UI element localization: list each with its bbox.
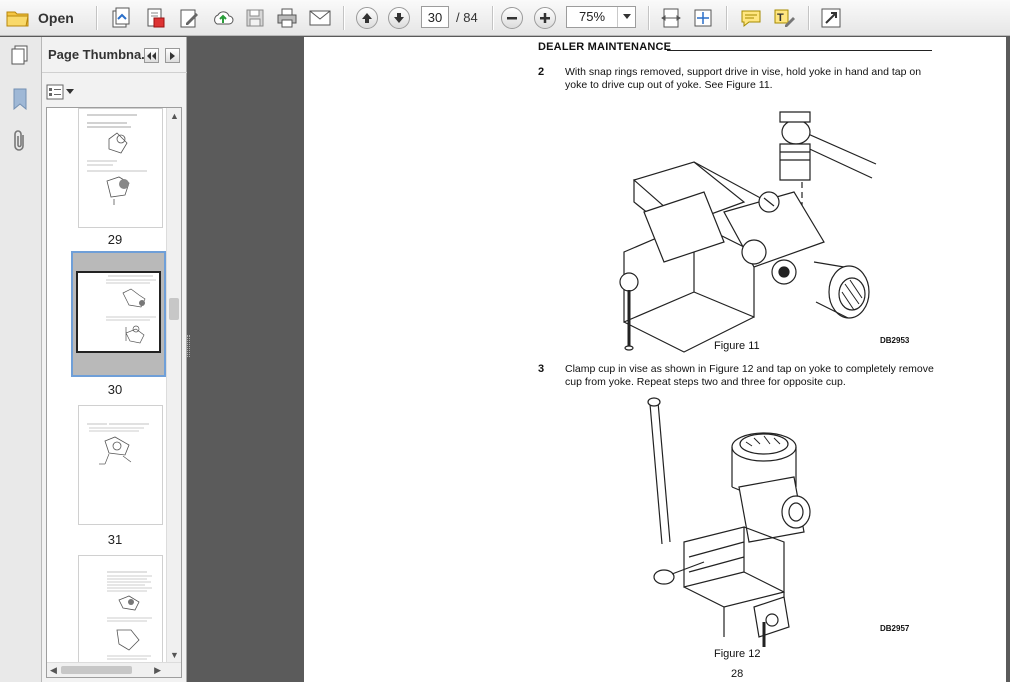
open-label: Open bbox=[38, 10, 74, 26]
chevron-down-icon bbox=[66, 89, 74, 94]
open-button[interactable]: Open bbox=[6, 5, 86, 31]
next-page-button[interactable] bbox=[386, 5, 412, 31]
figure-12-illustration bbox=[647, 397, 811, 647]
scroll-up-icon[interactable]: ▲ bbox=[170, 111, 179, 121]
scroll-right-icon[interactable]: ▶ bbox=[154, 665, 161, 676]
thumbnail-page[interactable] bbox=[78, 108, 163, 228]
fullscreen-icon[interactable] bbox=[818, 5, 844, 31]
step-text: Clamp cup in vise as shown in Figure 12 … bbox=[565, 363, 934, 388]
fit-page-icon[interactable] bbox=[690, 5, 716, 31]
thumbnail-horizontal-scrollbar[interactable]: ◀ ▶ bbox=[47, 662, 181, 677]
scroll-down-icon[interactable]: ▼ bbox=[170, 650, 179, 660]
page-number-input[interactable]: 30 bbox=[421, 6, 449, 28]
toolbar: Open 30 / 84 75% T bbox=[0, 0, 1010, 36]
thumbnail-label: 29 bbox=[107, 232, 123, 247]
step-number: 2 bbox=[538, 66, 545, 78]
zoom-in-button[interactable] bbox=[532, 5, 558, 31]
pdf-page: DEALER MAINTENANCE 2 With snap rings rem… bbox=[304, 37, 1006, 682]
arrow-up-icon bbox=[356, 7, 378, 29]
thumbnail-options-button[interactable] bbox=[46, 82, 76, 102]
page-number: 28 bbox=[731, 668, 744, 680]
thumbnail-page[interactable] bbox=[78, 555, 163, 675]
horizontal-scroll-thumb[interactable] bbox=[61, 666, 132, 674]
minus-icon bbox=[501, 7, 523, 29]
step-number: 3 bbox=[538, 363, 545, 375]
page-total: / 84 bbox=[456, 10, 478, 25]
scroll-left-icon[interactable]: ◀ bbox=[50, 665, 57, 676]
chevron-down-icon bbox=[617, 7, 635, 27]
previous-page-button[interactable] bbox=[354, 5, 380, 31]
thumbnail-list[interactable]: 29 30 31 ▲ ▼ ◀ ▶ bbox=[46, 107, 182, 678]
thumbnail-label: 30 bbox=[107, 382, 123, 397]
pdf-edit-icon[interactable] bbox=[142, 5, 168, 31]
document-viewport[interactable]: DEALER MAINTENANCE 2 With snap rings rem… bbox=[190, 37, 1010, 682]
section-header: DEALER MAINTENANCE bbox=[538, 41, 672, 53]
thumbnail-preview bbox=[87, 423, 149, 465]
figure-code: DB2957 bbox=[880, 624, 910, 633]
print-icon[interactable] bbox=[274, 5, 300, 31]
fit-width-icon[interactable] bbox=[658, 5, 684, 31]
panel-title: Page Thumbna... bbox=[48, 47, 153, 62]
figure-code: DB2953 bbox=[880, 336, 910, 345]
zoom-select[interactable]: 75% bbox=[566, 6, 636, 28]
navigation-pane-strip bbox=[0, 37, 42, 682]
arrow-down-icon bbox=[388, 7, 410, 29]
thumbnail-page-selected[interactable] bbox=[71, 251, 166, 377]
svg-text:T: T bbox=[777, 12, 784, 24]
thumbnail-preview bbox=[76, 271, 161, 353]
save-icon[interactable] bbox=[242, 5, 268, 31]
attachment-icon[interactable] bbox=[8, 129, 32, 153]
folder-icon bbox=[6, 8, 30, 28]
highlight-text-icon[interactable]: T bbox=[771, 5, 797, 31]
thumbnail-panel: Page Thumbna... 29 30 31 ▲ ▼ ◀ ▶ bbox=[42, 37, 187, 682]
cloud-upload-icon[interactable] bbox=[210, 5, 236, 31]
figure-11-illustration bbox=[619, 111, 877, 353]
header-rule bbox=[667, 50, 932, 51]
figure-caption: Figure 12 bbox=[714, 648, 761, 660]
list-options-icon bbox=[46, 84, 64, 100]
panel-menu-button[interactable] bbox=[165, 48, 180, 63]
create-pdf-icon[interactable] bbox=[108, 5, 134, 31]
thumbnail-page[interactable] bbox=[78, 405, 163, 525]
thumbnail-preview bbox=[87, 114, 147, 205]
double-chevron-left-icon bbox=[147, 51, 156, 60]
plus-icon bbox=[534, 7, 556, 29]
step-text: With snap rings removed, support drive i… bbox=[565, 66, 922, 91]
figure-caption: Figure 11 bbox=[714, 340, 760, 352]
page-thumbnails-icon[interactable] bbox=[8, 43, 32, 67]
zoom-out-button[interactable] bbox=[499, 5, 525, 31]
thumbnail-label: 31 bbox=[107, 532, 123, 547]
thumbnail-preview bbox=[107, 571, 152, 660]
form-edit-icon[interactable] bbox=[176, 5, 202, 31]
comment-icon[interactable] bbox=[738, 5, 764, 31]
collapse-panel-button[interactable] bbox=[144, 48, 159, 63]
email-icon[interactable] bbox=[307, 5, 333, 31]
bookmark-icon[interactable] bbox=[8, 87, 32, 111]
zoom-value: 75% bbox=[579, 9, 606, 24]
thumbnail-vertical-scrollbar[interactable]: ▲ ▼ bbox=[166, 108, 181, 663]
chevron-right-icon bbox=[169, 51, 175, 60]
vertical-scroll-thumb[interactable] bbox=[169, 298, 179, 320]
